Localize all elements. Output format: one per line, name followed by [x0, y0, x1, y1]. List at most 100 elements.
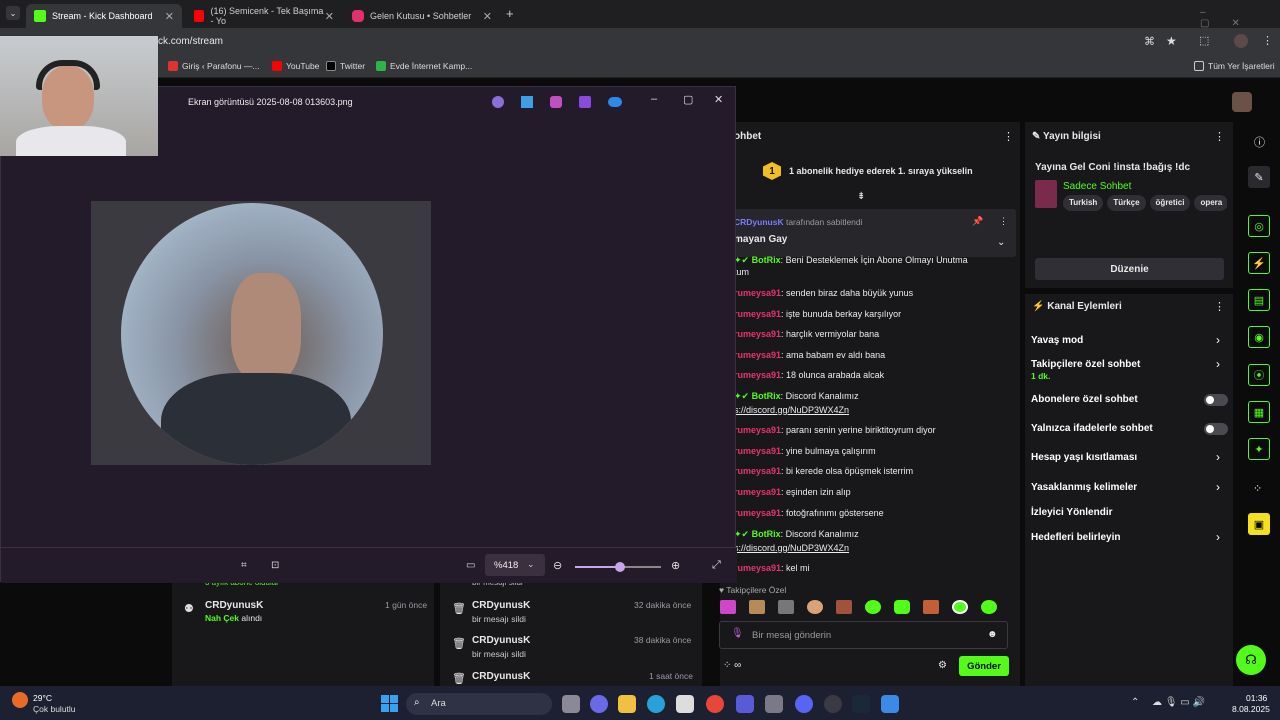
stream-info-menu-icon[interactable]: ⋮ — [1214, 130, 1225, 143]
window-controls[interactable]: –▢✕ — [1200, 7, 1280, 29]
chat-username[interactable]: rumeysa91 — [734, 466, 781, 476]
emote-icon[interactable] — [981, 600, 997, 614]
chevron-right-icon[interactable]: › — [1216, 357, 1220, 371]
chat-username[interactable]: rumeysa91 — [734, 350, 781, 360]
chevron-right-icon[interactable]: › — [1216, 333, 1220, 347]
clapper-icon[interactable]: ▣ — [1248, 513, 1270, 535]
send-button[interactable]: Gönder — [959, 656, 1009, 676]
chat-link[interactable]: s://discord.gg/NuDP3WX4Zn — [734, 543, 849, 553]
crop-icon[interactable]: ⌗ — [241, 560, 247, 571]
zoom-slider[interactable] — [575, 562, 661, 572]
chevron-right-icon[interactable]: › — [1216, 480, 1220, 494]
chat-username[interactable]: rumeysa91 — [734, 309, 781, 319]
close-icon[interactable]: ✕ — [483, 10, 492, 23]
points-icon[interactable]: ⁘ ∞ — [723, 660, 741, 671]
pin-icon[interactable]: 📌 — [972, 216, 983, 227]
wrench-icon[interactable]: ✦ — [1248, 438, 1270, 460]
tag[interactable]: Turkish — [1063, 195, 1104, 211]
task-view-icon[interactable] — [562, 695, 580, 713]
copilot-icon[interactable] — [590, 695, 608, 713]
file-explorer-icon[interactable] — [618, 695, 636, 713]
channel-action-item[interactable]: İzleyici Yönlendir — [1031, 507, 1113, 518]
tab-instagram[interactable]: Gelen Kutusu • Sohbetler ✕ — [344, 4, 500, 28]
emote-icon[interactable] — [749, 600, 765, 614]
channel-actions-menu-icon[interactable]: ⋮ — [1214, 300, 1225, 313]
chat-username[interactable]: rumeysa91 — [734, 508, 781, 518]
channel-action-item[interactable]: Yasaklanmış kelimeler — [1031, 482, 1137, 493]
toggle-switch[interactable] — [1204, 394, 1228, 406]
emote-icon[interactable] — [836, 600, 852, 614]
chat-menu-icon[interactable]: ⋮ — [1003, 130, 1014, 143]
edit-icon[interactable]: ✎ — [1248, 166, 1270, 188]
channel-action-item[interactable]: Yavaş mod — [1031, 335, 1083, 346]
chevron-up-icon[interactable]: ⌃ — [1131, 697, 1139, 708]
emote-icon[interactable] — [720, 600, 736, 614]
emoji-icon[interactable]: ☻ — [987, 629, 998, 640]
channel-action-item[interactable]: Abonelere özel sohbet — [1031, 394, 1138, 405]
minimize-icon[interactable]: – — [651, 93, 657, 105]
chat-username[interactable]: rumeysa91 — [734, 329, 781, 339]
tab-youtube[interactable]: (16) Semicenk - Tek Başıma - Yo ✕ — [186, 4, 342, 28]
copilot-icon[interactable] — [492, 96, 504, 108]
zoom-in-icon[interactable]: ⊕ — [671, 559, 680, 572]
tag[interactable]: Türkçe — [1107, 195, 1146, 211]
toggle-switch[interactable] — [1204, 423, 1228, 435]
scroll-down-icon[interactable]: ⇟ — [857, 191, 865, 202]
close-icon[interactable]: ✕ — [165, 10, 174, 23]
chat-icon[interactable]: ◉ — [1248, 326, 1270, 348]
bookmark-kamp[interactable]: Evde İnternet Kamp... — [376, 61, 472, 71]
chevron-right-icon[interactable]: › — [1216, 530, 1220, 544]
bolt-icon[interactable]: ⚡ — [1248, 252, 1270, 274]
edit-image-icon[interactable] — [521, 96, 533, 108]
onedrive-icon[interactable] — [608, 97, 622, 107]
scan-icon[interactable]: ⊡ — [271, 560, 279, 571]
chat-username[interactable]: BotRix — [752, 529, 781, 539]
fullscreen-icon[interactable]: ⤢ — [712, 559, 721, 572]
discord-icon[interactable] — [795, 695, 813, 713]
emote-icon[interactable] — [952, 600, 968, 614]
tray-icons[interactable]: ☁ 🎙 ▭ 🔊 — [1152, 697, 1205, 708]
pinned-menu-icon[interactable]: ⋮ — [999, 216, 1008, 227]
channel-action-item[interactable]: Hedefleri belirleyin — [1031, 532, 1120, 543]
chrome-icon[interactable] — [706, 695, 724, 713]
tag[interactable]: opera — [1194, 195, 1227, 211]
chevron-down-icon[interactable]: ⌄ — [527, 559, 535, 570]
chat-username[interactable]: BotRix — [752, 255, 781, 265]
emote-icon[interactable] — [807, 600, 823, 614]
extensions-icon[interactable]: ⬚ — [1199, 34, 1209, 47]
tab-search-icon[interactable]: ⌄ — [6, 6, 20, 20]
chat-username[interactable]: rumeysa91 — [734, 487, 781, 497]
all-bookmarks[interactable]: Tüm Yer İşaretleri — [1194, 61, 1275, 71]
chevron-right-icon[interactable]: › — [1216, 450, 1220, 464]
bookmark-twitter[interactable]: Twitter — [326, 61, 365, 71]
bookmark-star-icon[interactable]: ★ — [1166, 34, 1177, 48]
chevron-down-icon[interactable]: ⌄ — [997, 237, 1005, 248]
clipchamp-icon[interactable] — [550, 96, 562, 108]
windows-start-icon[interactable] — [381, 695, 398, 712]
user-avatar[interactable] — [1232, 92, 1252, 112]
zoom-out-icon[interactable]: ⊖ — [553, 559, 562, 572]
tab-kick-dashboard[interactable]: Stream - Kick Dashboard ✕ — [26, 4, 182, 28]
bookmark-youtube[interactable]: YouTube — [272, 61, 319, 71]
taskbar-search[interactable] — [406, 693, 552, 715]
chat-link[interactable]: s://discord.gg/NuDP3WX4Zn — [734, 405, 849, 415]
activity-user[interactable]: CRDyunusK — [205, 600, 263, 611]
channel-action-item[interactable]: Yalnızca ifadelerle sohbet — [1031, 423, 1153, 434]
menu-icon[interactable]: ⋮ — [1262, 34, 1273, 47]
edit-button[interactable]: Düzenie — [1035, 258, 1224, 280]
emote-icon[interactable] — [778, 600, 794, 614]
new-tab-button[interactable]: + — [506, 6, 514, 21]
category-name[interactable]: Sadece Sohbet — [1063, 181, 1131, 192]
gear-icon[interactable]: ⚙ — [938, 660, 947, 671]
emote-icon[interactable] — [865, 600, 881, 614]
teams-icon[interactable] — [736, 695, 754, 713]
support-headset-icon[interactable]: ☊ — [1236, 645, 1266, 675]
chat-username[interactable]: rumeysa91 — [734, 370, 781, 380]
chat-username[interactable]: rumeysa91 — [734, 425, 781, 435]
weather-icon[interactable] — [12, 692, 28, 708]
gift-promo[interactable]: 1 abonelik hediye ederek 1. sıraya yükse… — [789, 166, 973, 176]
stack-icon[interactable]: ▦ — [1248, 401, 1270, 423]
chat-username[interactable]: rumeysa91 — [734, 288, 781, 298]
emote-icon[interactable] — [894, 600, 910, 614]
url-field[interactable]: ck.com/stream — [158, 36, 223, 47]
